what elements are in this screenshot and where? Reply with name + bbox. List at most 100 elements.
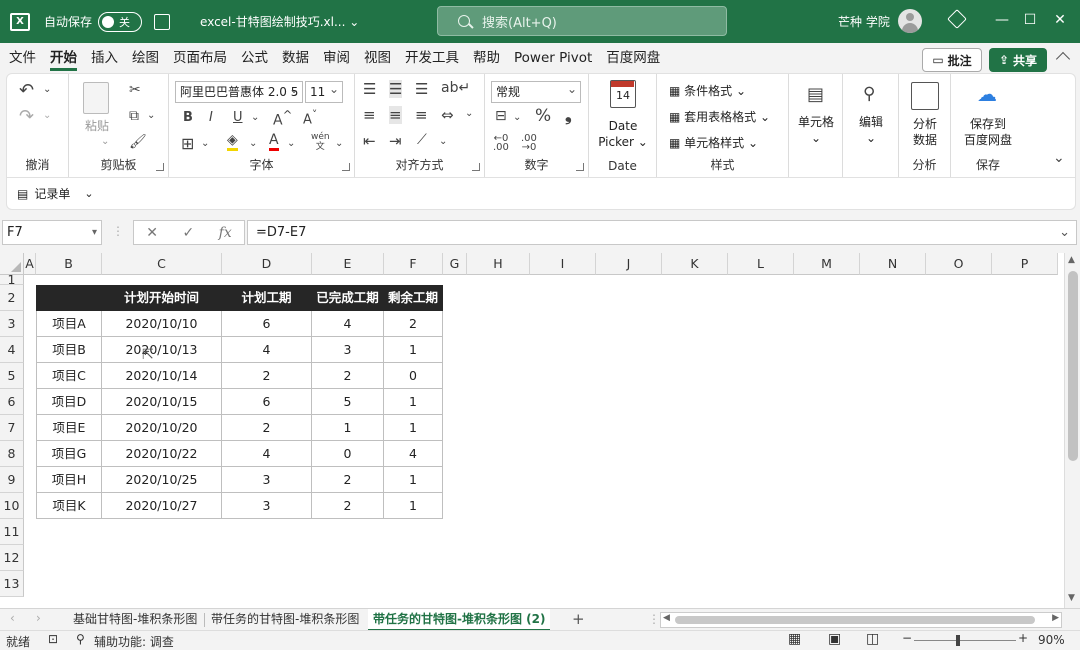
row-header-1[interactable]: 1	[0, 273, 24, 286]
table-cell[interactable]: 4	[222, 441, 312, 467]
form-icon[interactable]: ▤	[17, 187, 28, 201]
table-cell[interactable]: 0	[384, 363, 443, 389]
redo-icon[interactable]: ↷	[19, 106, 34, 127]
table-cell[interactable]: 项目B	[36, 337, 102, 363]
table-cell[interactable]: 2020/10/22	[102, 441, 222, 467]
table-cell[interactable]: 项目D	[36, 389, 102, 415]
zoom-level[interactable]: 90%	[1038, 633, 1065, 647]
analyze-data-icon[interactable]	[911, 82, 939, 110]
tab-next-icon[interactable]: ›	[36, 611, 41, 625]
table-cell[interactable]: 项目A	[36, 311, 102, 337]
cancel-icon[interactable]: ✕	[146, 225, 158, 241]
table-header-cell[interactable]	[36, 285, 102, 311]
zoom-in-icon[interactable]: +	[1018, 631, 1028, 645]
table-cell[interactable]: 4	[312, 311, 384, 337]
number-format-select[interactable]: 常规	[491, 79, 581, 103]
expand-formula-icon[interactable]: ⌄	[1059, 221, 1070, 244]
underline-icon[interactable]: U	[233, 110, 243, 125]
row-header-5[interactable]: 5	[0, 363, 24, 389]
table-header-cell[interactable]: 计划开始时间	[102, 285, 222, 311]
table-cell[interactable]: 1	[384, 337, 443, 363]
menu-draw[interactable]: 绘图	[125, 43, 166, 73]
column-header-m[interactable]: M	[794, 253, 860, 275]
menu-home[interactable]: 开始	[43, 43, 84, 73]
customize-qat-icon[interactable]: ⌄	[84, 187, 93, 200]
date-picker-label[interactable]: Date Picker ⌄	[589, 118, 657, 150]
row-header-7[interactable]: 7	[0, 415, 24, 441]
row-header-9[interactable]: 9	[0, 467, 24, 493]
cell-styles-button[interactable]: ▦ 单元格样式 ⌄	[669, 135, 758, 151]
merge-center-icon[interactable]: ⇔	[441, 106, 454, 124]
accessibility-status[interactable]: 辅助功能: 调查	[94, 633, 174, 650]
column-header-c[interactable]: C	[102, 253, 222, 275]
row-header-11[interactable]: 11	[0, 519, 24, 545]
increase-indent-icon[interactable]: ⇥	[389, 132, 402, 150]
align-top-icon[interactable]: ☰	[363, 80, 376, 98]
menu-power-pivot[interactable]: Power Pivot	[507, 43, 599, 73]
form-label[interactable]: 记录单	[34, 185, 70, 202]
menu-review[interactable]: 审阅	[316, 43, 357, 73]
redo-dropdown-icon[interactable]: ⌄	[43, 110, 51, 121]
avatar[interactable]	[898, 9, 922, 33]
fill-color-dropdown-icon[interactable]: ⌄	[249, 138, 257, 149]
borders-dropdown-icon[interactable]: ⌄	[201, 138, 209, 149]
table-header-cell[interactable]: 剩余工期	[384, 285, 443, 311]
menu-baidu[interactable]: 百度网盘	[599, 43, 667, 73]
table-header-cell[interactable]: 计划工期	[222, 285, 312, 311]
table-cell[interactable]: 项目K	[36, 493, 102, 519]
table-cell[interactable]: 4	[222, 337, 312, 363]
column-header-j[interactable]: J	[596, 253, 662, 275]
alignment-launcher-icon[interactable]	[472, 163, 480, 171]
page-layout-view-icon[interactable]: ▣	[828, 631, 841, 647]
row-header-3[interactable]: 3	[0, 311, 24, 337]
row-header-4[interactable]: 4	[0, 337, 24, 363]
phonetic-icon[interactable]: wén 文	[311, 132, 330, 152]
zoom-slider-thumb[interactable]	[956, 635, 960, 646]
save-to-baidu-button[interactable]: 保存到 百度网盘	[951, 116, 1025, 148]
table-header-cell[interactable]: 已完成工期	[312, 285, 384, 311]
decrease-font-icon[interactable]: A˅	[303, 108, 317, 127]
zoom-out-icon[interactable]: −	[902, 631, 912, 645]
table-cell[interactable]: 2	[312, 363, 384, 389]
table-cell[interactable]: 2	[222, 415, 312, 441]
table-cell[interactable]: 3	[222, 467, 312, 493]
menu-view[interactable]: 视图	[357, 43, 398, 73]
sheet-tab-task-gantt-2[interactable]: 带任务的甘特图-堆积条形图 (2)	[368, 609, 551, 631]
clipboard-launcher-icon[interactable]	[156, 163, 164, 171]
column-header-f[interactable]: F	[384, 253, 443, 275]
table-cell[interactable]: 5	[312, 389, 384, 415]
menu-formulas[interactable]: 公式	[234, 43, 275, 73]
align-middle-icon[interactable]: ☰	[389, 80, 403, 98]
vertical-scrollbar[interactable]: ▲ ▼	[1064, 253, 1080, 608]
table-cell[interactable]: 项目G	[36, 441, 102, 467]
cells-icon[interactable]: ▤	[807, 84, 824, 105]
paste-label[interactable]: 粘贴	[79, 118, 115, 134]
font-color-dropdown-icon[interactable]: ⌄	[287, 138, 295, 149]
horizontal-scrollbar[interactable]: ◀ ▶	[660, 612, 1062, 628]
zoom-slider[interactable]	[914, 640, 1016, 641]
menu-page-layout[interactable]: 页面布局	[166, 43, 234, 73]
accessibility-icon[interactable]: ⚲	[76, 632, 85, 646]
comma-style-icon[interactable]: ❟	[565, 106, 572, 126]
sheet-tab-task-gantt[interactable]: 带任务的甘特图-堆积条形图	[206, 609, 364, 631]
font-name-select[interactable]: 阿里巴巴普惠体 2.0 5	[175, 81, 303, 103]
table-cell[interactable]: 3	[222, 493, 312, 519]
table-cell[interactable]: 1	[384, 389, 443, 415]
column-header-n[interactable]: N	[860, 253, 926, 275]
worksheet[interactable]: ABCDEFGHIJKLMNOP 1 2 3 4 5 6 7 8 9 10 11 12 13 计划开始时…	[0, 253, 1080, 608]
undo-dropdown-icon[interactable]: ⌄	[43, 84, 51, 95]
menu-developer[interactable]: 开发工具	[398, 43, 466, 73]
increase-decimal-icon[interactable]: ←0.00	[493, 134, 509, 153]
normal-view-icon[interactable]: ▦	[788, 631, 801, 647]
close-icon[interactable]: ✕	[1048, 8, 1072, 32]
tab-prev-icon[interactable]: ‹	[10, 611, 15, 625]
table-cell[interactable]: 项目E	[36, 415, 102, 441]
baidu-cloud-icon[interactable]: ☁	[977, 82, 997, 106]
borders-icon[interactable]: ⊞	[181, 134, 194, 153]
menu-insert[interactable]: 插入	[84, 43, 125, 73]
merge-dropdown-icon[interactable]: ⌄	[465, 108, 473, 119]
format-painter-icon[interactable]: 🖌	[129, 134, 147, 150]
align-bottom-icon[interactable]: ☰	[415, 80, 428, 98]
wrap-text-icon[interactable]: ab↵	[441, 80, 470, 96]
column-header-l[interactable]: L	[728, 253, 794, 275]
